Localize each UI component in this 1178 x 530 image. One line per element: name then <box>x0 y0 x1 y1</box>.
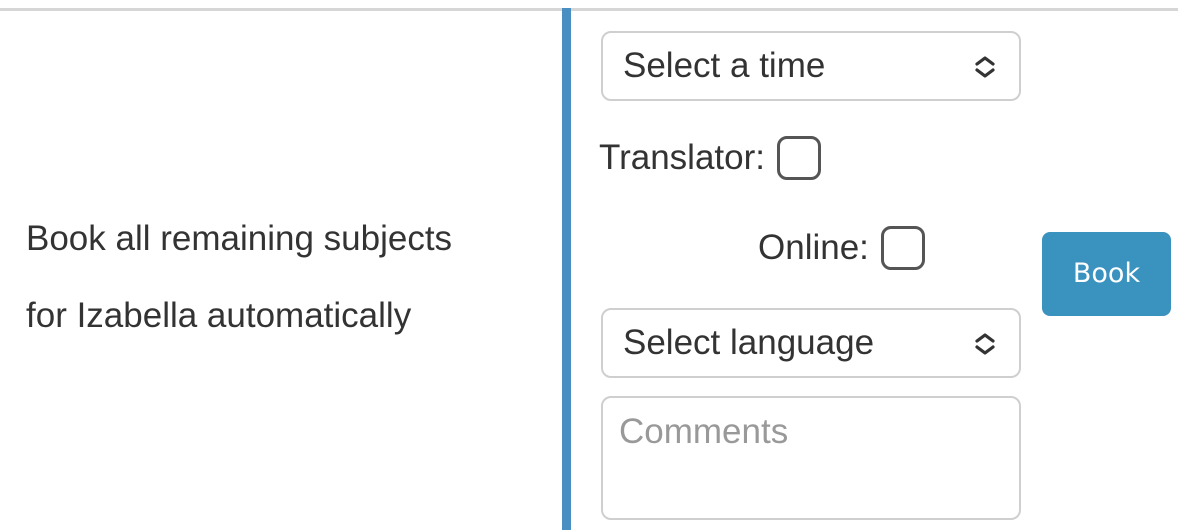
description-line-2: for Izabella automatically <box>26 296 412 335</box>
booking-description: Book all remaining subjects for Izabella… <box>26 200 556 354</box>
vertical-divider <box>562 8 571 530</box>
book-button[interactable]: Book <box>1042 232 1171 316</box>
online-option: Online: <box>758 224 925 272</box>
language-select[interactable]: Select language <box>601 308 1021 378</box>
top-divider <box>0 8 1178 11</box>
time-select[interactable]: Select a time <box>601 31 1021 101</box>
translator-checkbox[interactable] <box>776 136 821 180</box>
translator-label: Translator: <box>599 138 765 177</box>
translator-option: Translator: <box>599 134 821 182</box>
chevron-up-down-icon <box>975 56 995 78</box>
chevron-up-down-icon <box>975 333 995 355</box>
description-line-1: Book all remaining subjects <box>26 219 453 258</box>
time-select-value: Select a time <box>623 46 826 85</box>
online-checkbox[interactable] <box>880 226 925 270</box>
language-select-value: Select language <box>623 323 875 362</box>
online-label: Online: <box>758 228 869 267</box>
comments-field[interactable] <box>601 396 1021 520</box>
